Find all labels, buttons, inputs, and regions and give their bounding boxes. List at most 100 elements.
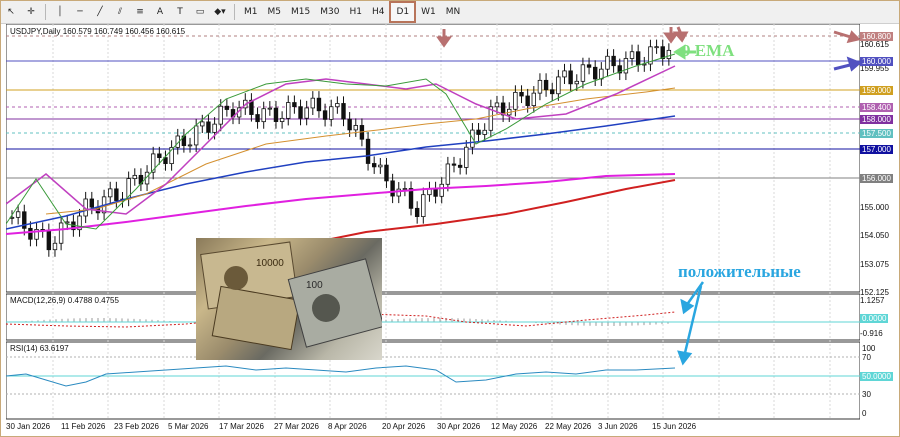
candle-body bbox=[108, 188, 113, 198]
price-tick-153: 153.075 bbox=[860, 260, 889, 269]
candle-body bbox=[378, 164, 383, 168]
date-tick: 17 Mar 2026 bbox=[219, 422, 264, 431]
candle-body bbox=[310, 97, 316, 109]
candle-body bbox=[58, 222, 64, 244]
fibonacci-icon[interactable]: ≡ bbox=[130, 2, 150, 22]
candle-body bbox=[543, 79, 549, 91]
price-tick-154: 154.050 bbox=[860, 231, 889, 240]
candle-body bbox=[654, 46, 659, 49]
candle-body bbox=[200, 121, 205, 127]
toolbar-separator bbox=[45, 4, 46, 20]
rsi-axis-50: 50.0000 bbox=[860, 372, 893, 381]
rsi-axis-0: 0 bbox=[862, 409, 867, 418]
timeframe-m5[interactable]: M5 bbox=[263, 2, 287, 22]
candle-body bbox=[629, 51, 635, 59]
candle-body bbox=[273, 107, 279, 122]
candle-body bbox=[433, 188, 438, 197]
date-tick: 8 Apr 2026 bbox=[328, 422, 367, 431]
candle-body bbox=[574, 80, 579, 85]
timeframe-m30[interactable]: M30 bbox=[315, 2, 344, 22]
candle-body bbox=[390, 180, 395, 197]
candle-body bbox=[316, 97, 322, 112]
timeframe-m1[interactable]: M1 bbox=[239, 2, 263, 22]
candle-body bbox=[218, 105, 223, 125]
candle-body bbox=[550, 89, 555, 95]
candle-body bbox=[224, 105, 230, 110]
rsi-axis-30: 30 bbox=[862, 390, 871, 399]
candle-body bbox=[114, 188, 119, 201]
shapes-dropdown-icon[interactable]: ◆▾ bbox=[210, 2, 230, 22]
candle-body bbox=[586, 64, 592, 68]
price-tag-159000: 159.000 bbox=[860, 86, 893, 95]
candle-body bbox=[365, 138, 371, 164]
label-tool-icon[interactable]: T bbox=[170, 2, 190, 22]
timeframe-h1[interactable]: H1 bbox=[344, 2, 367, 22]
date-tick: 3 Jun 2026 bbox=[598, 422, 638, 431]
timeframe-h4[interactable]: H4 bbox=[367, 2, 390, 22]
candle-body bbox=[445, 163, 451, 185]
vertical-grid bbox=[52, 24, 831, 419]
candle-body bbox=[353, 125, 358, 131]
candle-body bbox=[304, 107, 309, 119]
vertical-line-icon[interactable]: │ bbox=[50, 2, 70, 22]
candle-body bbox=[562, 70, 567, 78]
price-chart[interactable] bbox=[6, 24, 861, 420]
rectangle-icon[interactable]: ▭ bbox=[190, 2, 210, 22]
candle-body bbox=[611, 55, 616, 67]
currency-photo: 10000 100 bbox=[196, 238, 382, 360]
candle-body bbox=[65, 221, 70, 224]
cursor-icon[interactable]: ↖ bbox=[1, 2, 21, 22]
price-tag-158000: 158.000 bbox=[860, 115, 893, 124]
candle-body bbox=[255, 114, 260, 123]
price-tag-157500: 157.500 bbox=[860, 129, 893, 138]
timeframe-d1[interactable]: D1 bbox=[389, 1, 417, 23]
candle-body bbox=[298, 106, 303, 119]
date-tick: 11 Feb 2026 bbox=[61, 422, 106, 431]
macd-label: MACD(12,26,9) 0.4788 0.4755 bbox=[10, 296, 119, 305]
price-tag-158400: 158.400 bbox=[860, 103, 893, 112]
rsi-panel-border bbox=[6, 341, 861, 420]
date-tick: 23 Feb 2026 bbox=[114, 422, 159, 431]
trendline-icon[interactable]: ╱ bbox=[90, 2, 110, 22]
candle-body bbox=[525, 95, 530, 107]
channel-icon[interactable]: ⫽ bbox=[110, 2, 130, 22]
timeframe-mn[interactable]: MN bbox=[441, 2, 466, 22]
candle-body bbox=[193, 125, 199, 146]
candle-body bbox=[335, 103, 340, 108]
timeframe-m15[interactable]: M15 bbox=[286, 2, 315, 22]
candle-body bbox=[414, 207, 420, 218]
toolbar-separator bbox=[234, 4, 235, 20]
candle-body bbox=[476, 129, 481, 135]
crosshair-icon[interactable]: ✛ bbox=[21, 2, 41, 22]
candle-body bbox=[537, 79, 543, 94]
candle-body bbox=[396, 188, 401, 197]
candle-body bbox=[157, 153, 162, 158]
horizontal-line-icon[interactable]: ─ bbox=[70, 2, 90, 22]
candle-body bbox=[341, 103, 346, 120]
candle-body bbox=[666, 49, 672, 60]
candle-body bbox=[513, 91, 518, 110]
candle-body bbox=[89, 198, 95, 208]
candle-body bbox=[451, 163, 457, 166]
candle-body bbox=[187, 144, 193, 147]
candle-body bbox=[28, 227, 33, 240]
macd-panel-border bbox=[6, 293, 861, 341]
candle-body bbox=[261, 108, 266, 123]
candle-body bbox=[660, 46, 665, 60]
candle-body bbox=[384, 164, 389, 182]
text-tool-icon[interactable]: A bbox=[150, 2, 170, 22]
candle-body bbox=[206, 121, 211, 133]
date-tick: 12 May 2026 bbox=[491, 422, 538, 431]
svg-text:10000: 10000 bbox=[256, 258, 284, 269]
ema-annotation: 9 EMA bbox=[682, 41, 735, 60]
chart-header: USDJPY,Daily 160.579 160.749 160.456 160… bbox=[10, 27, 186, 36]
date-tick: 27 Mar 2026 bbox=[274, 422, 319, 431]
price-tag-156000: 156.000 bbox=[860, 174, 893, 183]
timeframe-w1[interactable]: W1 bbox=[416, 2, 441, 22]
toolbar: ↖ ✛ │ ─ ╱ ⫽ ≡ A T ▭ ◆▾ M1 M5 M15 M30 H1 … bbox=[1, 1, 899, 24]
candle-body bbox=[371, 163, 377, 168]
candle-body bbox=[531, 92, 537, 107]
price-tag-current: 160.615 bbox=[860, 40, 889, 49]
candle-body bbox=[286, 102, 291, 119]
candle-body bbox=[635, 51, 641, 66]
